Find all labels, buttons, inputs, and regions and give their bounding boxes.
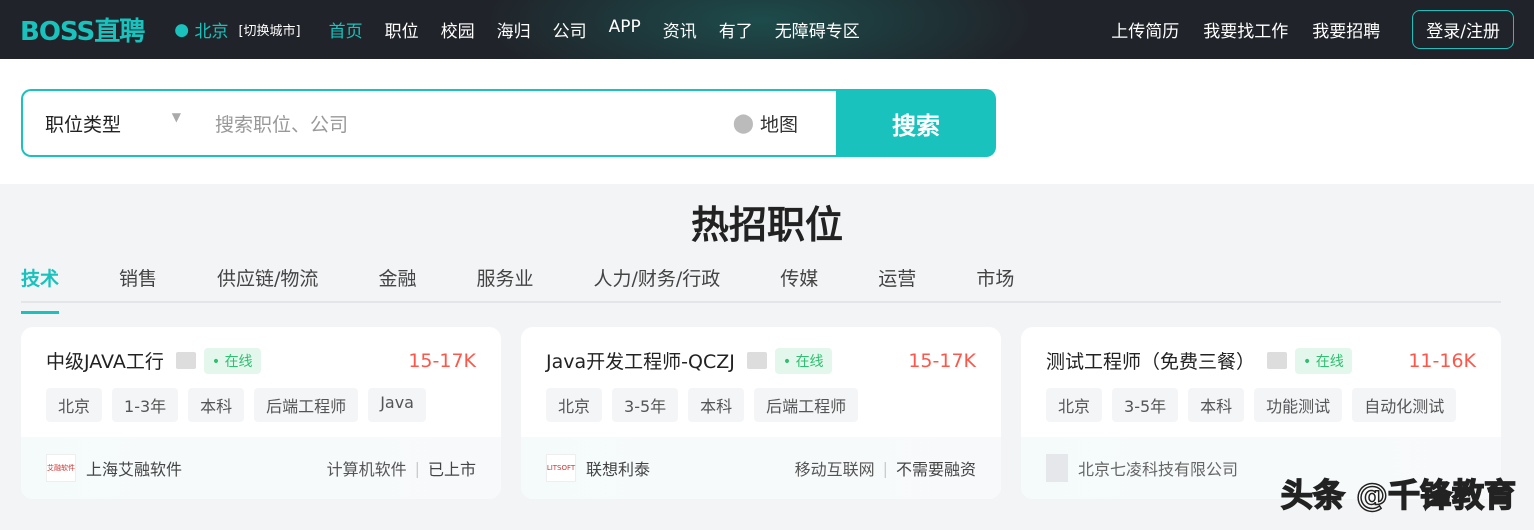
tag: 本科 [688,388,745,422]
tag: 北京 [1046,388,1103,422]
nav-youle[interactable]: 有了 [719,17,753,42]
boss-logo[interactable]: BOSS直聘 [20,11,145,48]
company-name[interactable]: 联想利泰 [586,456,650,480]
tag: 1-3年 [112,388,179,422]
company-logo: LITSOFT [546,454,576,482]
search-button[interactable]: 搜索 [836,89,996,157]
tab-finance[interactable]: 金融 [378,264,416,301]
map-pin-icon: ⬤ [732,112,754,134]
tab-media[interactable]: 传媒 [780,264,818,301]
tag: 本科 [188,388,245,422]
chat-icon[interactable] [175,352,196,369]
tag: Java [368,388,426,422]
tag: 功能测试 [1254,388,1343,422]
chat-icon[interactable] [746,352,767,369]
job-title[interactable]: 中级JAVA工行 [46,347,164,374]
switch-city-link[interactable]: [切换城市] [238,20,300,39]
search-input[interactable]: 搜索职位、公司 [195,110,733,137]
job-type-dropdown[interactable]: 职位类型 ▼ [45,110,195,137]
section-title: 热招职位 [690,203,843,247]
find-job-link[interactable]: 我要找工作 [1203,17,1288,42]
online-badge: • 在线 [1295,347,1352,374]
search-bar: 职位类型 ▼ 搜索职位、公司 ⬤ 地图 搜索 [0,59,1534,184]
city-name: 北京 [194,22,229,42]
tab-operations[interactable]: 运营 [878,264,916,301]
tag: 本科 [1188,388,1245,422]
salary: 15-17K [408,349,476,372]
tag: 后端工程师 [754,388,859,422]
job-card[interactable]: Java开发工程师-QCZJ • 在线 15-17K 北京 3-5年 本科 后端工程师 L… [521,327,1001,499]
location-pin-icon: ● [174,19,195,40]
main-nav: 首页 职位 校园 海归 公司 APP 资讯 有了 无障碍专区 [329,17,860,42]
tab-supply-chain[interactable]: 供应链/物流 [217,264,318,301]
top-nav: BOSS直聘 ● 北京 [切换城市] 首页 职位 校园 海归 公司 APP 资讯… [0,0,1534,59]
nav-campus[interactable]: 校园 [441,17,475,42]
company-logo: 艾融软件 [46,454,76,482]
company-name[interactable]: 北京七凌科技有限公司 [1078,456,1238,480]
watermark: 头条 @千锋教育 [1280,475,1517,515]
job-card[interactable]: 中级JAVA工行 • 在线 15-17K 北京 1-3年 本科 后端工程师 Java 艾融软… [21,327,501,499]
map-button[interactable]: ⬤ 地图 [733,110,836,137]
salary: 11-16K [1408,349,1476,372]
online-badge: • 在线 [203,347,261,374]
stage: 不需要融资 [895,460,976,479]
stage: 已上市 [427,460,476,479]
tag: 后端工程师 [254,388,359,422]
salary: 15-17K [908,349,976,372]
tag: 3-5年 [612,388,679,422]
tag: 自动化测试 [1352,388,1457,422]
industry: 计算机软件 [326,460,407,479]
nav-home[interactable]: 首页 [329,17,363,42]
nav-overseas[interactable]: 海归 [497,17,531,42]
job-title[interactable]: 测试工程师（免费三餐） [1046,347,1255,374]
nav-company[interactable]: 公司 [553,17,587,42]
tab-tech[interactable]: 技术 [21,264,60,314]
nav-accessibility[interactable]: 无障碍专区 [775,17,860,42]
online-badge: • 在线 [774,347,832,374]
recruit-link[interactable]: 我要招聘 [1312,17,1380,42]
nav-news[interactable]: 资讯 [663,17,697,42]
map-label: 地图 [759,113,798,136]
caret-down-icon: ▼ [171,109,181,124]
nav-jobs[interactable]: 职位 [385,17,419,42]
company-name[interactable]: 上海艾融软件 [86,456,182,480]
industry: 移动互联网 [794,460,875,479]
job-title[interactable]: Java开发工程师-QCZJ [546,347,735,374]
tab-service[interactable]: 服务业 [476,264,533,301]
job-type-label: 职位类型 [45,113,122,136]
building-icon [1046,454,1068,482]
tag: 北京 [546,388,603,422]
tag: 北京 [46,388,103,422]
upload-resume-link[interactable]: 上传简历 [1111,17,1179,42]
category-tabs: 技术 销售 供应链/物流 金融 服务业 人力/财务/行政 传媒 运营 市场 [21,264,1501,314]
login-button[interactable]: 登录/注册 [1412,10,1514,49]
tab-sales[interactable]: 销售 [119,264,157,301]
city-selector[interactable]: ● 北京 [切换城市] [174,17,300,43]
tag: 3-5年 [1112,388,1179,422]
chat-icon[interactable] [1267,352,1288,369]
tab-marketing[interactable]: 市场 [976,264,1014,301]
tab-hr-admin[interactable]: 人力/财务/行政 [593,264,720,301]
nav-app[interactable]: APP [609,17,641,42]
